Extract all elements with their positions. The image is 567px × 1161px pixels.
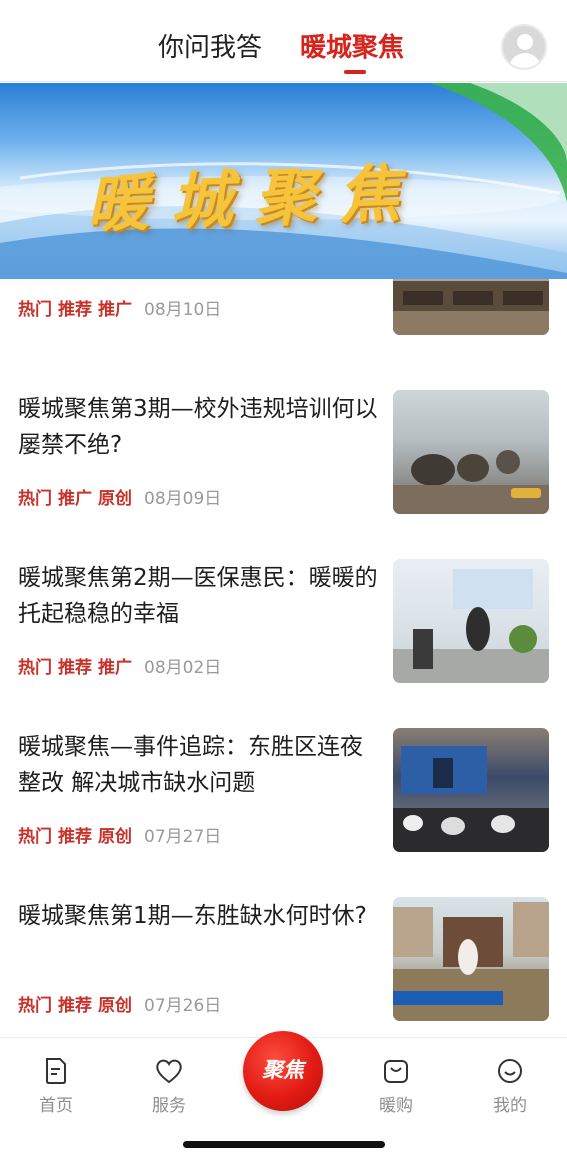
nav-shop[interactable]: 暖购 <box>356 1057 436 1116</box>
nav-home[interactable]: 首页 <box>16 1057 96 1116</box>
tag-label: 推荐 <box>58 827 92 847</box>
article-meta: 热门 推荐 推广 08月10日 <box>18 299 221 321</box>
article-date: 07月27日 <box>144 827 222 847</box>
article-title[interactable]: 暖城聚焦—事件追踪：东胜区连夜整改 解决城市缺水问题 <box>18 729 383 801</box>
shopping-bag-icon <box>384 1060 408 1083</box>
thumbnail-scene <box>393 281 549 335</box>
article-meta: 热门 推荐 原创 07月26日 <box>18 995 221 1017</box>
article-thumbnail <box>393 279 549 335</box>
tag-label: 推荐 <box>58 300 92 320</box>
tag-label: 推广 <box>98 658 132 678</box>
document-icon <box>46 1058 66 1084</box>
article-date: 07月26日 <box>144 996 222 1016</box>
news-feed: 热门 推荐 推广 08月10日 暖城聚焦第3期—校外违规培训何以屡禁不绝? 热门 推广原… <box>0 279 567 1031</box>
article-meta: 热门 推广 原创 08月09日 <box>18 488 221 510</box>
focus-button-label: 聚焦 <box>262 1058 304 1082</box>
article-thumbnail <box>393 559 549 683</box>
article-meta: 热门 推荐 推广 08月02日 <box>18 657 221 679</box>
avatar-body <box>509 53 541 68</box>
home-indicator[interactable] <box>183 1141 385 1148</box>
tag-label: 热门 <box>18 996 52 1016</box>
article-title[interactable]: 暖城聚焦第1期—东胜缺水何时休? <box>18 898 383 934</box>
tag-label: 热门 <box>18 300 52 320</box>
smile-icon <box>498 1059 522 1083</box>
active-tab-indicator <box>344 70 366 74</box>
thumbnail-scene <box>393 902 549 1021</box>
tag-label: 原创 <box>98 489 132 509</box>
article-date: 08月02日 <box>144 658 222 678</box>
avatar[interactable] <box>501 24 547 70</box>
tag-label: 原创 <box>98 827 132 847</box>
article-title[interactable]: 暖城聚焦第3期—校外违规培训何以屡禁不绝? <box>18 391 383 463</box>
avatar-head <box>517 34 533 50</box>
banner-title: 暖城聚焦 <box>85 156 424 241</box>
tab-qa[interactable]: 你问我答 <box>158 30 262 66</box>
tag-label: 原创 <box>98 996 132 1016</box>
tag-label: 推广 <box>98 300 132 320</box>
heart-icon <box>156 1059 182 1084</box>
article-date: 08月10日 <box>144 300 222 320</box>
thumbnail-scene <box>393 746 549 852</box>
article-thumbnail <box>393 897 549 1021</box>
thumbnail-scene <box>393 569 549 683</box>
article-date: 08月09日 <box>144 489 222 509</box>
tag-label: 热门 <box>18 827 52 847</box>
nav-label: 暖购 <box>379 1096 413 1116</box>
bottom-nav: 首页 服务 聚焦 暖购 我的 <box>0 1031 567 1161</box>
nav-label: 首页 <box>39 1096 73 1116</box>
article-title[interactable]: 暖城聚焦第2期—医保惠民：暖暖的托起稳稳的幸福 <box>18 560 383 632</box>
tag-label: 推荐 <box>58 996 92 1016</box>
tag-label: 推广 <box>58 489 92 509</box>
tag-label: 热门 <box>18 658 52 678</box>
nav-label: 我的 <box>493 1096 527 1116</box>
thumbnail-scene <box>393 450 549 514</box>
nav-mine[interactable]: 我的 <box>470 1057 550 1116</box>
article-thumbnail <box>393 728 549 852</box>
top-header: 你问我答 暖城聚焦 <box>0 0 567 82</box>
banner[interactable]: 暖城聚焦 <box>0 83 567 279</box>
tag-label: 推荐 <box>58 658 92 678</box>
nav-label: 服务 <box>152 1096 186 1116</box>
tag-label: 热门 <box>18 489 52 509</box>
nav-service[interactable]: 服务 <box>129 1057 209 1116</box>
article-meta: 热门 推荐 原创 07月27日 <box>18 826 221 848</box>
article-thumbnail <box>393 390 549 514</box>
tab-focus[interactable]: 暖城聚焦 <box>300 30 404 66</box>
focus-center-button[interactable]: 聚焦 <box>243 1031 323 1111</box>
